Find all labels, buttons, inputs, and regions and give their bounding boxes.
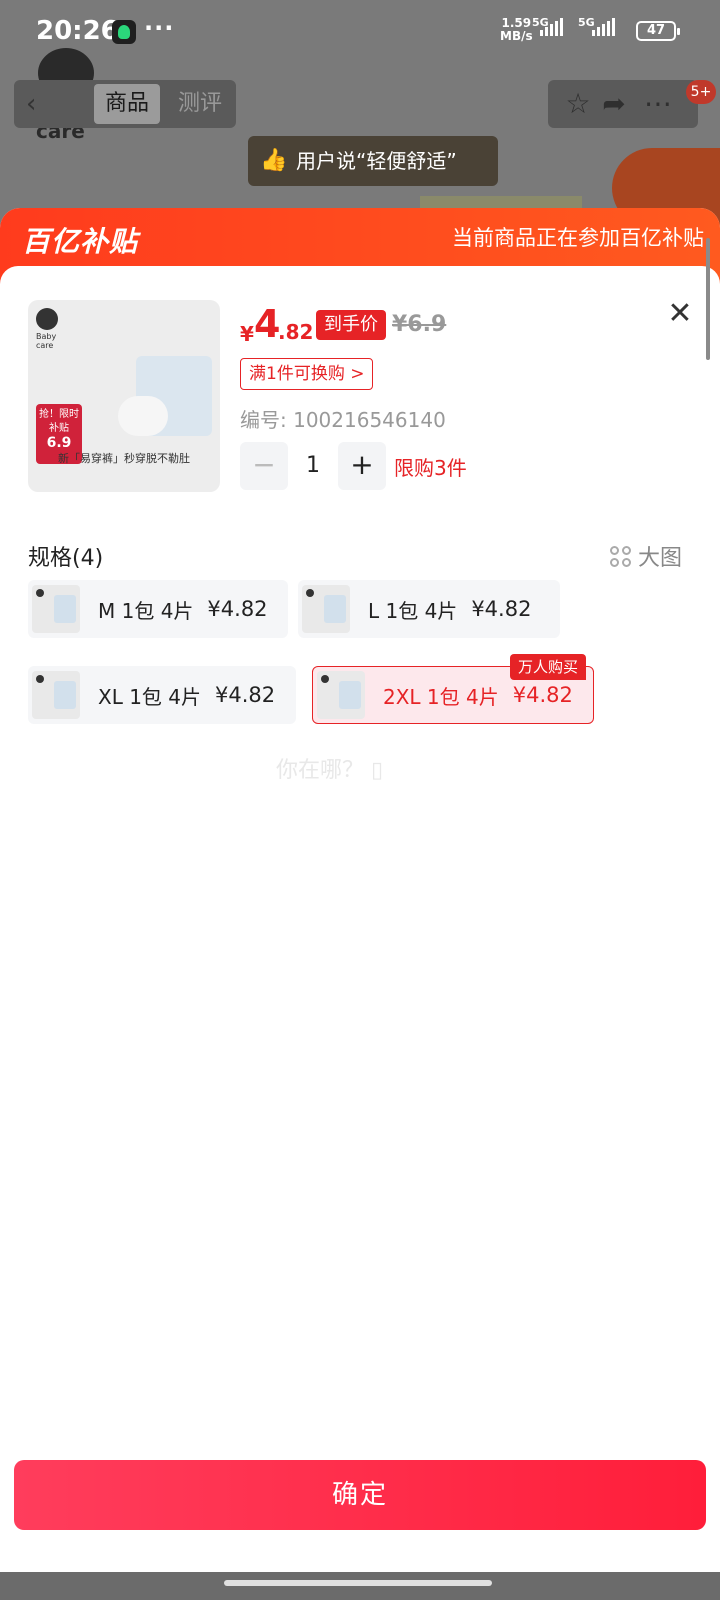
exchange-promo-button[interactable]: 满1件可换购 > bbox=[240, 358, 374, 390]
price-currency: ¥ bbox=[240, 322, 254, 346]
star-icon[interactable]: ☆ bbox=[560, 86, 596, 122]
spec-label: L 1包 4片 bbox=[368, 598, 458, 623]
final-price-tag: 到手价 bbox=[316, 310, 386, 340]
big-image-button[interactable]: 大图 bbox=[610, 540, 682, 572]
product-image-caption: 新「易穿裤」秒穿脱不勒肚 bbox=[58, 452, 190, 465]
spec-thumbnail bbox=[32, 671, 80, 719]
original-price: ¥6.9 bbox=[392, 312, 447, 337]
spec-label: 2XL 1包 4片 bbox=[383, 684, 499, 709]
product-brand-text: Baby care bbox=[36, 332, 57, 350]
spec-title: 规格(4) bbox=[28, 546, 104, 571]
signal-label-1: 5G bbox=[532, 16, 549, 29]
tab-review[interactable]: 测评 bbox=[172, 84, 228, 124]
signal-label-2: 5G bbox=[578, 16, 595, 29]
spec-thumbnail bbox=[32, 585, 80, 633]
watermark-text: 你在哪？ ▯ bbox=[276, 758, 384, 783]
spec-price: ¥4.82 bbox=[215, 683, 276, 707]
tab-product[interactable]: 商品 bbox=[94, 84, 160, 124]
spec-price: ¥4.82 bbox=[512, 683, 573, 707]
image-tag-text: 抢！限时补贴 bbox=[39, 409, 79, 434]
spec-option-l[interactable]: L 1包 4片 ¥4.82 bbox=[298, 580, 560, 638]
product-brand-icon bbox=[36, 308, 58, 330]
review-pill: 👍 用户说“轻便舒适” bbox=[248, 136, 498, 186]
product-diaper bbox=[118, 396, 168, 436]
back-icon[interactable]: ‹ bbox=[26, 91, 46, 117]
subsidy-brand: 百亿补贴 bbox=[22, 225, 139, 258]
home-indicator[interactable] bbox=[224, 1580, 492, 1586]
navigation-bar bbox=[0, 1572, 720, 1600]
signal-icon-1: 5G bbox=[532, 16, 563, 36]
thumbs-up-icon: 👍 bbox=[260, 148, 288, 173]
confirm-button[interactable]: 确定 bbox=[14, 1460, 706, 1530]
signal-icon-2: 5G bbox=[578, 16, 615, 36]
price-decimal: .82 bbox=[278, 320, 314, 344]
spec-thumbnail bbox=[302, 585, 350, 633]
big-image-label: 大图 bbox=[638, 546, 683, 571]
sku-number: 编号: 100216546140 bbox=[240, 408, 446, 432]
product-image[interactable]: Baby care 抢！限时补贴 6.9 新「易穿裤」秒穿脱不勒肚 bbox=[28, 300, 220, 492]
more-icon[interactable]: ⋯ bbox=[640, 86, 676, 122]
review-pill-text: 用户说“轻便舒适” bbox=[296, 149, 457, 173]
status-time: 20:26 bbox=[36, 16, 119, 46]
status-bar: 20:26 ··· 1.59 MB/s 5G 5G 47 bbox=[0, 0, 720, 62]
purchase-limit: 限购3件 bbox=[394, 456, 467, 480]
grid-icon bbox=[610, 546, 632, 568]
spec-price: ¥4.82 bbox=[207, 597, 268, 621]
spec-thumbnail bbox=[317, 671, 365, 719]
spec-label: XL 1包 4片 bbox=[98, 684, 202, 709]
message-badge: 5+ bbox=[686, 80, 716, 104]
app-notification-icon bbox=[112, 20, 136, 44]
price-integer: 4 bbox=[254, 302, 281, 346]
quantity-value[interactable]: 1 bbox=[288, 442, 338, 490]
network-speed: 1.59 MB/s bbox=[500, 17, 533, 43]
popular-badge: 万人购买 bbox=[510, 654, 587, 680]
speed-unit: MB/s bbox=[500, 29, 533, 43]
subsidy-notice: 当前商品正在参加百亿补贴 bbox=[452, 226, 704, 250]
battery-icon: 47 bbox=[636, 21, 680, 41]
share-icon[interactable]: ➦ bbox=[596, 86, 632, 122]
spec-label: M 1包 4片 bbox=[98, 598, 194, 623]
more-notifications-icon: ··· bbox=[144, 14, 175, 42]
spec-option-xl[interactable]: XL 1包 4片 ¥4.82 bbox=[28, 666, 296, 724]
scrollbar[interactable] bbox=[706, 238, 710, 360]
increase-quantity-button[interactable]: + bbox=[338, 442, 386, 490]
decrease-quantity-button[interactable]: − bbox=[240, 442, 288, 490]
spec-option-m[interactable]: M 1包 4片 ¥4.82 bbox=[28, 580, 288, 638]
spec-price: ¥4.82 bbox=[471, 597, 532, 621]
image-tag-price: 6.9 bbox=[46, 435, 72, 451]
close-icon[interactable]: ✕ bbox=[664, 298, 696, 330]
